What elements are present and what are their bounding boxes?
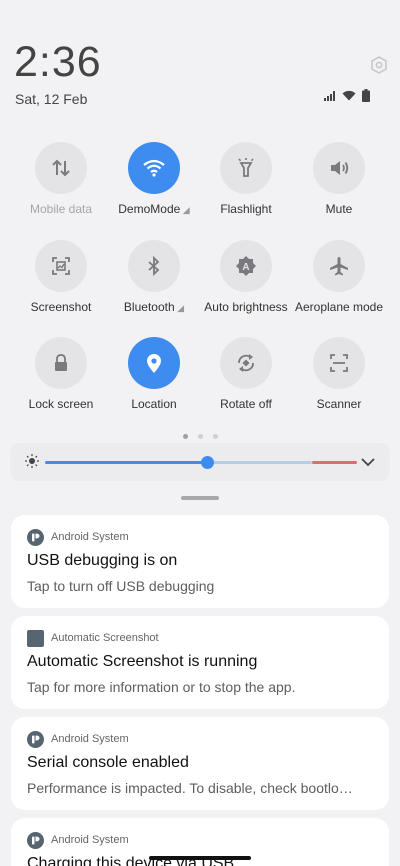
tile-label: Screenshot	[30, 300, 92, 314]
signal-icon	[324, 90, 336, 101]
wifi-icon	[342, 90, 356, 101]
tile-label: Rotate off	[220, 397, 272, 411]
tile-label: Bluetooth ◢	[123, 300, 185, 314]
tile-location[interactable]: Location	[104, 337, 204, 411]
tile-label: DemoMode ◢	[118, 202, 190, 216]
rotate-icon	[220, 337, 272, 389]
system-icons	[324, 89, 370, 102]
brightness-thumb[interactable]	[201, 456, 214, 469]
battery-icon	[362, 89, 370, 102]
page-dot[interactable]	[212, 434, 218, 439]
lock-icon	[35, 337, 87, 389]
chevron-down-icon[interactable]	[360, 455, 376, 473]
clock[interactable]: 2:36	[14, 38, 102, 87]
tile-lock-screen[interactable]: Lock screen	[11, 337, 111, 411]
page-dot[interactable]	[197, 434, 203, 439]
tile-auto-brightness[interactable]: A Auto brightness	[196, 240, 296, 314]
android-system-icon	[27, 529, 44, 546]
auto-brightness-icon: A	[220, 240, 272, 292]
brightness-icon	[25, 454, 39, 473]
tile-mobile-data[interactable]: Mobile data	[11, 142, 111, 216]
notification-body: Tap to turn off USB debugging	[27, 578, 215, 594]
screenshot-icon	[35, 240, 87, 292]
settings-icon[interactable]	[369, 55, 389, 75]
bluetooth-icon	[128, 240, 180, 292]
notification-title: Automatic Screenshot is running	[27, 653, 258, 670]
date[interactable]: Sat, 12 Feb	[15, 91, 87, 107]
notification-body: Tap for more information or to stop the …	[27, 679, 296, 695]
volume-icon	[313, 142, 365, 194]
tile-demomode[interactable]: DemoMode ◢	[104, 142, 204, 216]
notification-app-name: Android System	[51, 834, 129, 846]
brightness-track	[208, 461, 312, 464]
tile-label: Mute	[325, 202, 353, 216]
android-system-icon	[27, 832, 44, 849]
tile-label: Location	[131, 397, 177, 411]
brightness-track-filled	[45, 461, 208, 464]
notification-app-name: Android System	[51, 531, 129, 543]
tile-label: Flashlight	[220, 202, 272, 216]
app-square-icon	[27, 630, 44, 647]
panel-drag-handle[interactable]	[181, 496, 219, 500]
notification-app-name: Android System	[51, 733, 129, 745]
notification-title: USB debugging is on	[27, 552, 178, 569]
brightness-track-warning	[312, 461, 357, 464]
page-indicator	[0, 434, 400, 439]
flashlight-icon	[220, 142, 272, 194]
location-icon	[128, 337, 180, 389]
notification-card[interactable]: Automatic Screenshot Automatic Screensho…	[11, 616, 389, 709]
tile-rotate-off[interactable]: Rotate off	[196, 337, 296, 411]
gesture-nav-bar[interactable]	[149, 856, 251, 860]
tile-aeroplane-mode[interactable]: Aeroplane mode	[289, 240, 389, 314]
airplane-icon	[313, 240, 365, 292]
tile-scanner[interactable]: Scanner	[289, 337, 389, 411]
brightness-slider[interactable]	[10, 443, 390, 481]
wifi-icon	[128, 142, 180, 194]
mobile-data-icon	[35, 142, 87, 194]
tile-bluetooth[interactable]: Bluetooth ◢	[104, 240, 204, 314]
page-dot-active[interactable]	[182, 434, 188, 439]
android-system-icon	[27, 731, 44, 748]
tile-label: Scanner	[316, 397, 362, 411]
signal-mini-icon: ◢	[180, 205, 190, 215]
tile-label: Lock screen	[28, 397, 94, 411]
status-area: 2:36 Sat, 12 Feb	[0, 0, 400, 120]
tile-label: Auto brightness	[204, 300, 288, 314]
scanner-icon	[313, 337, 365, 389]
tile-mute[interactable]: Mute	[289, 142, 389, 216]
notification-body: Performance is impacted. To disable, che…	[27, 780, 353, 796]
signal-mini-icon: ◢	[174, 303, 185, 313]
tile-label: Aeroplane mode	[294, 300, 384, 314]
notification-card[interactable]: Android System USB debugging is on Tap t…	[11, 515, 389, 608]
tile-flashlight[interactable]: Flashlight	[196, 142, 296, 216]
tile-label: Mobile data	[29, 202, 93, 216]
tile-screenshot[interactable]: Screenshot	[11, 240, 111, 314]
svg-text:A: A	[242, 262, 249, 273]
notification-title: Serial console enabled	[27, 754, 189, 771]
notification-app-name: Automatic Screenshot	[51, 632, 159, 644]
notification-card[interactable]: Android System Serial console enabled Pe…	[11, 717, 389, 810]
